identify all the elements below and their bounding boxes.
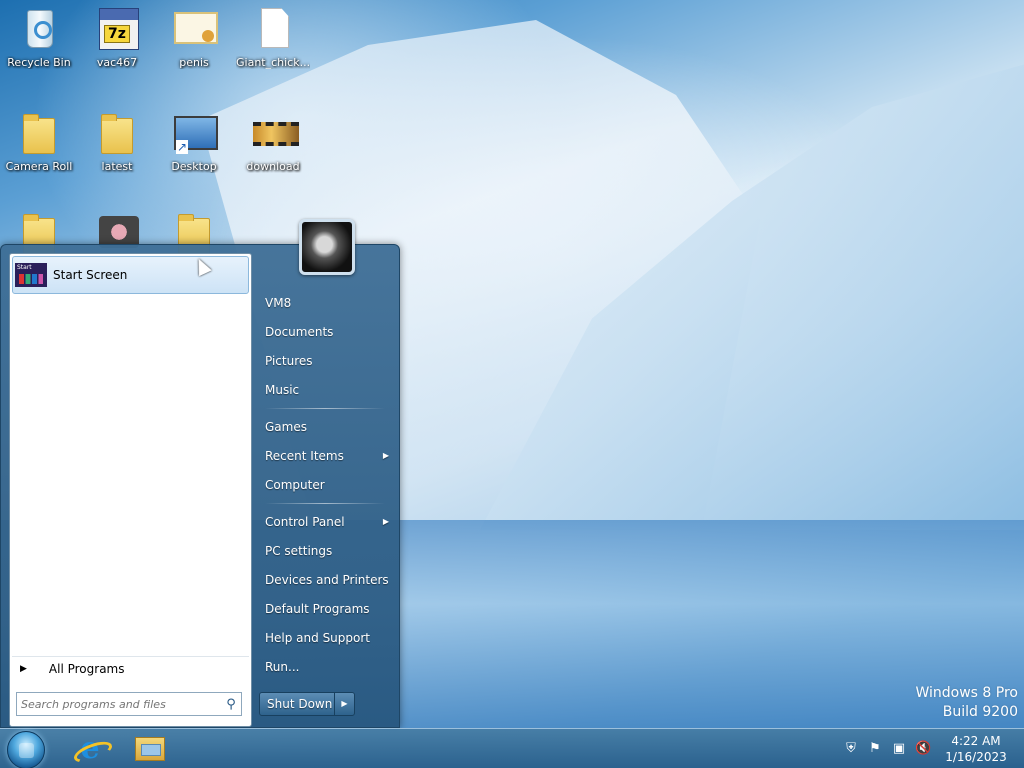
menu-item-label: Devices and Printers xyxy=(265,573,389,587)
desktop-icon-label: latest xyxy=(101,160,133,173)
start-screen-tile-icon xyxy=(15,263,47,287)
zipped-folder-icon xyxy=(101,114,133,154)
all-programs-label: All Programs xyxy=(48,661,125,676)
menu-item-computer[interactable]: Computer xyxy=(257,472,395,498)
menu-item-label: Recent Items xyxy=(265,449,344,463)
all-programs-button[interactable]: ▶ All Programs xyxy=(12,656,249,680)
taskbar-app-file-explorer[interactable] xyxy=(132,733,168,765)
menu-item-games[interactable]: Games xyxy=(257,414,395,440)
menu-item-label: Default Programs xyxy=(265,602,370,616)
user-account-picture[interactable] xyxy=(299,219,355,275)
desktop-icon-desktop-shortcut[interactable]: Desktop xyxy=(157,112,231,173)
menu-item-label: Music xyxy=(265,383,300,397)
menu-item-vm8[interactable]: VM8 xyxy=(257,290,395,316)
menu-item-label: Games xyxy=(265,420,307,434)
desktop-icon-label: Desktop xyxy=(171,160,217,173)
menu-item-label: Control Panel xyxy=(265,515,345,529)
desktop-icon-camera-roll[interactable]: Camera Roll xyxy=(2,112,76,173)
desktop-icon-recycle-bin[interactable]: Recycle Bin xyxy=(2,8,76,69)
desktop-icon-label: Recycle Bin xyxy=(7,56,71,69)
certificate-icon xyxy=(174,12,218,44)
menu-item-label: Pictures xyxy=(265,354,313,368)
windows-watermark: Windows 8 Pro Build 9200 xyxy=(915,684,1018,722)
watermark-edition: Windows 8 Pro xyxy=(915,685,1018,701)
search-icon[interactable]: ⚲ xyxy=(221,697,241,712)
action-center-icon[interactable]: ⛨ xyxy=(843,741,859,757)
file-explorer-icon xyxy=(135,737,165,761)
shutdown-options-arrow-icon[interactable]: ▶ xyxy=(334,693,354,715)
pinned-item-start-screen[interactable]: Start Screen xyxy=(12,256,249,294)
watermark-build: Build 9200 xyxy=(942,704,1018,720)
desktop-icon-download[interactable]: download xyxy=(236,112,310,173)
menu-item-pictures[interactable]: Pictures xyxy=(257,348,395,374)
taskbar: e ⛨ ⚑ ▣ 🔇 4:22 AM 1/16/2023 xyxy=(0,728,1024,768)
menu-item-label: VM8 xyxy=(265,296,292,310)
menu-item-music[interactable]: Music xyxy=(257,377,395,403)
menu-item-label: PC settings xyxy=(265,544,333,558)
start-menu: Start Screen ▶ All Programs ⚲ VM8 Docume… xyxy=(0,219,401,729)
volume-muted-icon[interactable]: 🔇 xyxy=(915,741,931,757)
triangle-right-icon: ▶ xyxy=(20,663,27,674)
menu-item-label: Help and Support xyxy=(265,631,370,645)
desktop-icon-certificate[interactable]: penis xyxy=(157,8,231,69)
menu-item-label: Computer xyxy=(265,478,325,492)
clock-time: 4:22 AM xyxy=(951,734,1001,748)
menu-item-recent-items[interactable]: Recent Items ▶ xyxy=(257,443,395,469)
video-file-icon xyxy=(253,122,299,146)
desktop-icon-label: Camera Roll xyxy=(5,160,73,173)
shutdown-button[interactable]: Shut Down xyxy=(260,697,334,711)
taskbar-app-internet-explorer[interactable]: e xyxy=(72,733,108,765)
desktop-icon-giant-chick[interactable]: Giant_chick... xyxy=(236,8,310,69)
desktop-shortcut-icon xyxy=(174,116,218,154)
menu-item-label: Run... xyxy=(265,660,300,674)
recycle-bin-icon xyxy=(27,10,53,48)
start-menu-programs-pane: Start Screen ▶ All Programs ⚲ xyxy=(9,253,252,727)
menu-item-label: Documents xyxy=(265,325,334,339)
desktop-icon-label: vac467 xyxy=(96,56,138,69)
start-button[interactable] xyxy=(7,731,45,768)
document-icon xyxy=(261,8,289,48)
menu-item-pc-settings[interactable]: PC settings xyxy=(257,538,395,564)
search-input[interactable] xyxy=(17,693,221,715)
submenu-arrow-icon: ▶ xyxy=(382,451,389,460)
desktop-icon-vac467[interactable]: vac467 xyxy=(80,8,154,69)
menu-separator xyxy=(265,503,385,504)
menu-item-help-and-support[interactable]: Help and Support xyxy=(257,625,395,651)
flag-icon[interactable]: ⚑ xyxy=(867,741,883,757)
menu-item-documents[interactable]: Documents xyxy=(257,319,395,345)
desktop-icon-label: download xyxy=(246,160,300,173)
desktop-icon-label: penis xyxy=(179,56,209,69)
start-search-box[interactable]: ⚲ xyxy=(16,692,242,716)
network-icon[interactable]: ▣ xyxy=(891,741,907,757)
7zip-archive-icon xyxy=(99,8,139,50)
menu-item-default-programs[interactable]: Default Programs xyxy=(257,596,395,622)
menu-separator xyxy=(265,408,385,409)
menu-item-run[interactable]: Run... xyxy=(257,654,395,680)
internet-explorer-icon: e xyxy=(76,734,104,764)
shutdown-button-group: Shut Down ▶ xyxy=(259,692,355,716)
menu-item-control-panel[interactable]: Control Panel ▶ xyxy=(257,509,395,535)
desktop-icon-label: Giant_chick... xyxy=(236,56,310,69)
menu-item-devices-and-printers[interactable]: Devices and Printers xyxy=(257,567,395,593)
pinned-item-label: Start Screen xyxy=(53,268,128,282)
submenu-arrow-icon: ▶ xyxy=(382,517,389,526)
tray-clock[interactable]: 4:22 AM 1/16/2023 xyxy=(940,733,1012,765)
folder-icon xyxy=(23,114,55,154)
desktop-icon-latest[interactable]: latest xyxy=(80,112,154,173)
clock-date: 1/16/2023 xyxy=(945,750,1007,764)
start-menu-places-pane: VM8 Documents Pictures Music Games Recen… xyxy=(253,219,401,729)
